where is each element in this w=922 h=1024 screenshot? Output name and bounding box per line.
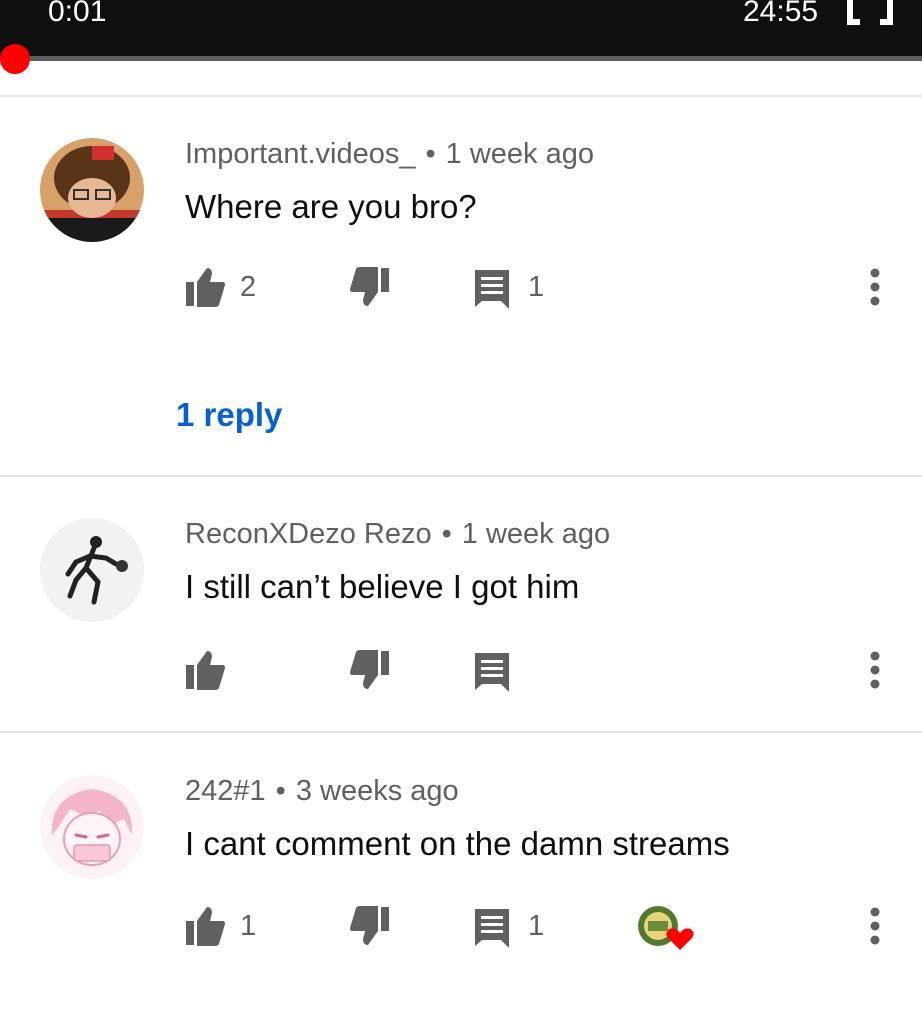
comment-text: I still can’t believe I got him [185, 568, 580, 605]
comment-meta: Important.videos_ • 1 week ago [185, 138, 594, 171]
thumb-down-icon[interactable] [348, 265, 392, 309]
divider [0, 731, 922, 733]
comment-actions: 2 1 [0, 265, 922, 325]
comment-text: I cant comment on the damn streams [185, 825, 730, 862]
comment-text: Where are you bro? [185, 188, 477, 225]
comment-age[interactable]: 3 weeks ago [296, 775, 459, 807]
divider [0, 95, 922, 97]
comment-author[interactable]: 242#1 [185, 775, 266, 807]
video-player[interactable]: 0:01 24:55 [0, 0, 922, 58]
thumb-down-icon[interactable] [348, 904, 392, 948]
more-vert-icon[interactable] [860, 904, 890, 948]
thumb-up-icon[interactable] [183, 904, 227, 948]
comment-icon[interactable] [472, 904, 516, 948]
more-vert-icon[interactable] [860, 265, 890, 309]
comment-age[interactable]: 1 week ago [446, 138, 594, 170]
thumb-up-icon[interactable] [183, 648, 227, 692]
divider [0, 475, 922, 477]
meta-separator: • [425, 138, 436, 170]
thumb-up-icon[interactable] [183, 265, 227, 309]
thumb-down-icon[interactable] [348, 648, 392, 692]
more-vert-icon[interactable] [860, 648, 890, 692]
face-photo-avatar[interactable] [40, 138, 144, 242]
total-duration: 24:55 [743, 0, 819, 28]
meta-separator: • [441, 518, 452, 550]
reply-count: 1 [528, 271, 545, 303]
progress-scrubber[interactable] [0, 44, 30, 74]
creator-heart-icon [638, 906, 694, 950]
basketball-player-avatar[interactable] [40, 518, 144, 622]
like-count: 2 [240, 271, 257, 303]
view-replies-link[interactable]: 1 reply [176, 396, 282, 434]
comment-author[interactable]: ReconXDezo Rezo [185, 518, 432, 550]
comment-author[interactable]: Important.videos_ [185, 138, 416, 170]
progress-bar[interactable] [0, 56, 922, 61]
like-count: 1 [240, 910, 257, 942]
comment-meta: 242#1 • 3 weeks ago [185, 775, 459, 808]
reply-count: 1 [528, 910, 545, 942]
comment-age[interactable]: 1 week ago [462, 518, 610, 550]
comment-actions [0, 648, 922, 708]
meta-separator: • [275, 775, 286, 807]
fullscreen-icon[interactable] [846, 0, 894, 30]
comment-icon[interactable] [472, 265, 516, 309]
comment-meta: ReconXDezo Rezo • 1 week ago [185, 518, 610, 551]
anime-girl-avatar[interactable] [40, 775, 144, 879]
comment-icon[interactable] [472, 648, 516, 692]
comment-actions: 1 1 [0, 904, 922, 964]
current-time: 0:01 [48, 0, 107, 28]
